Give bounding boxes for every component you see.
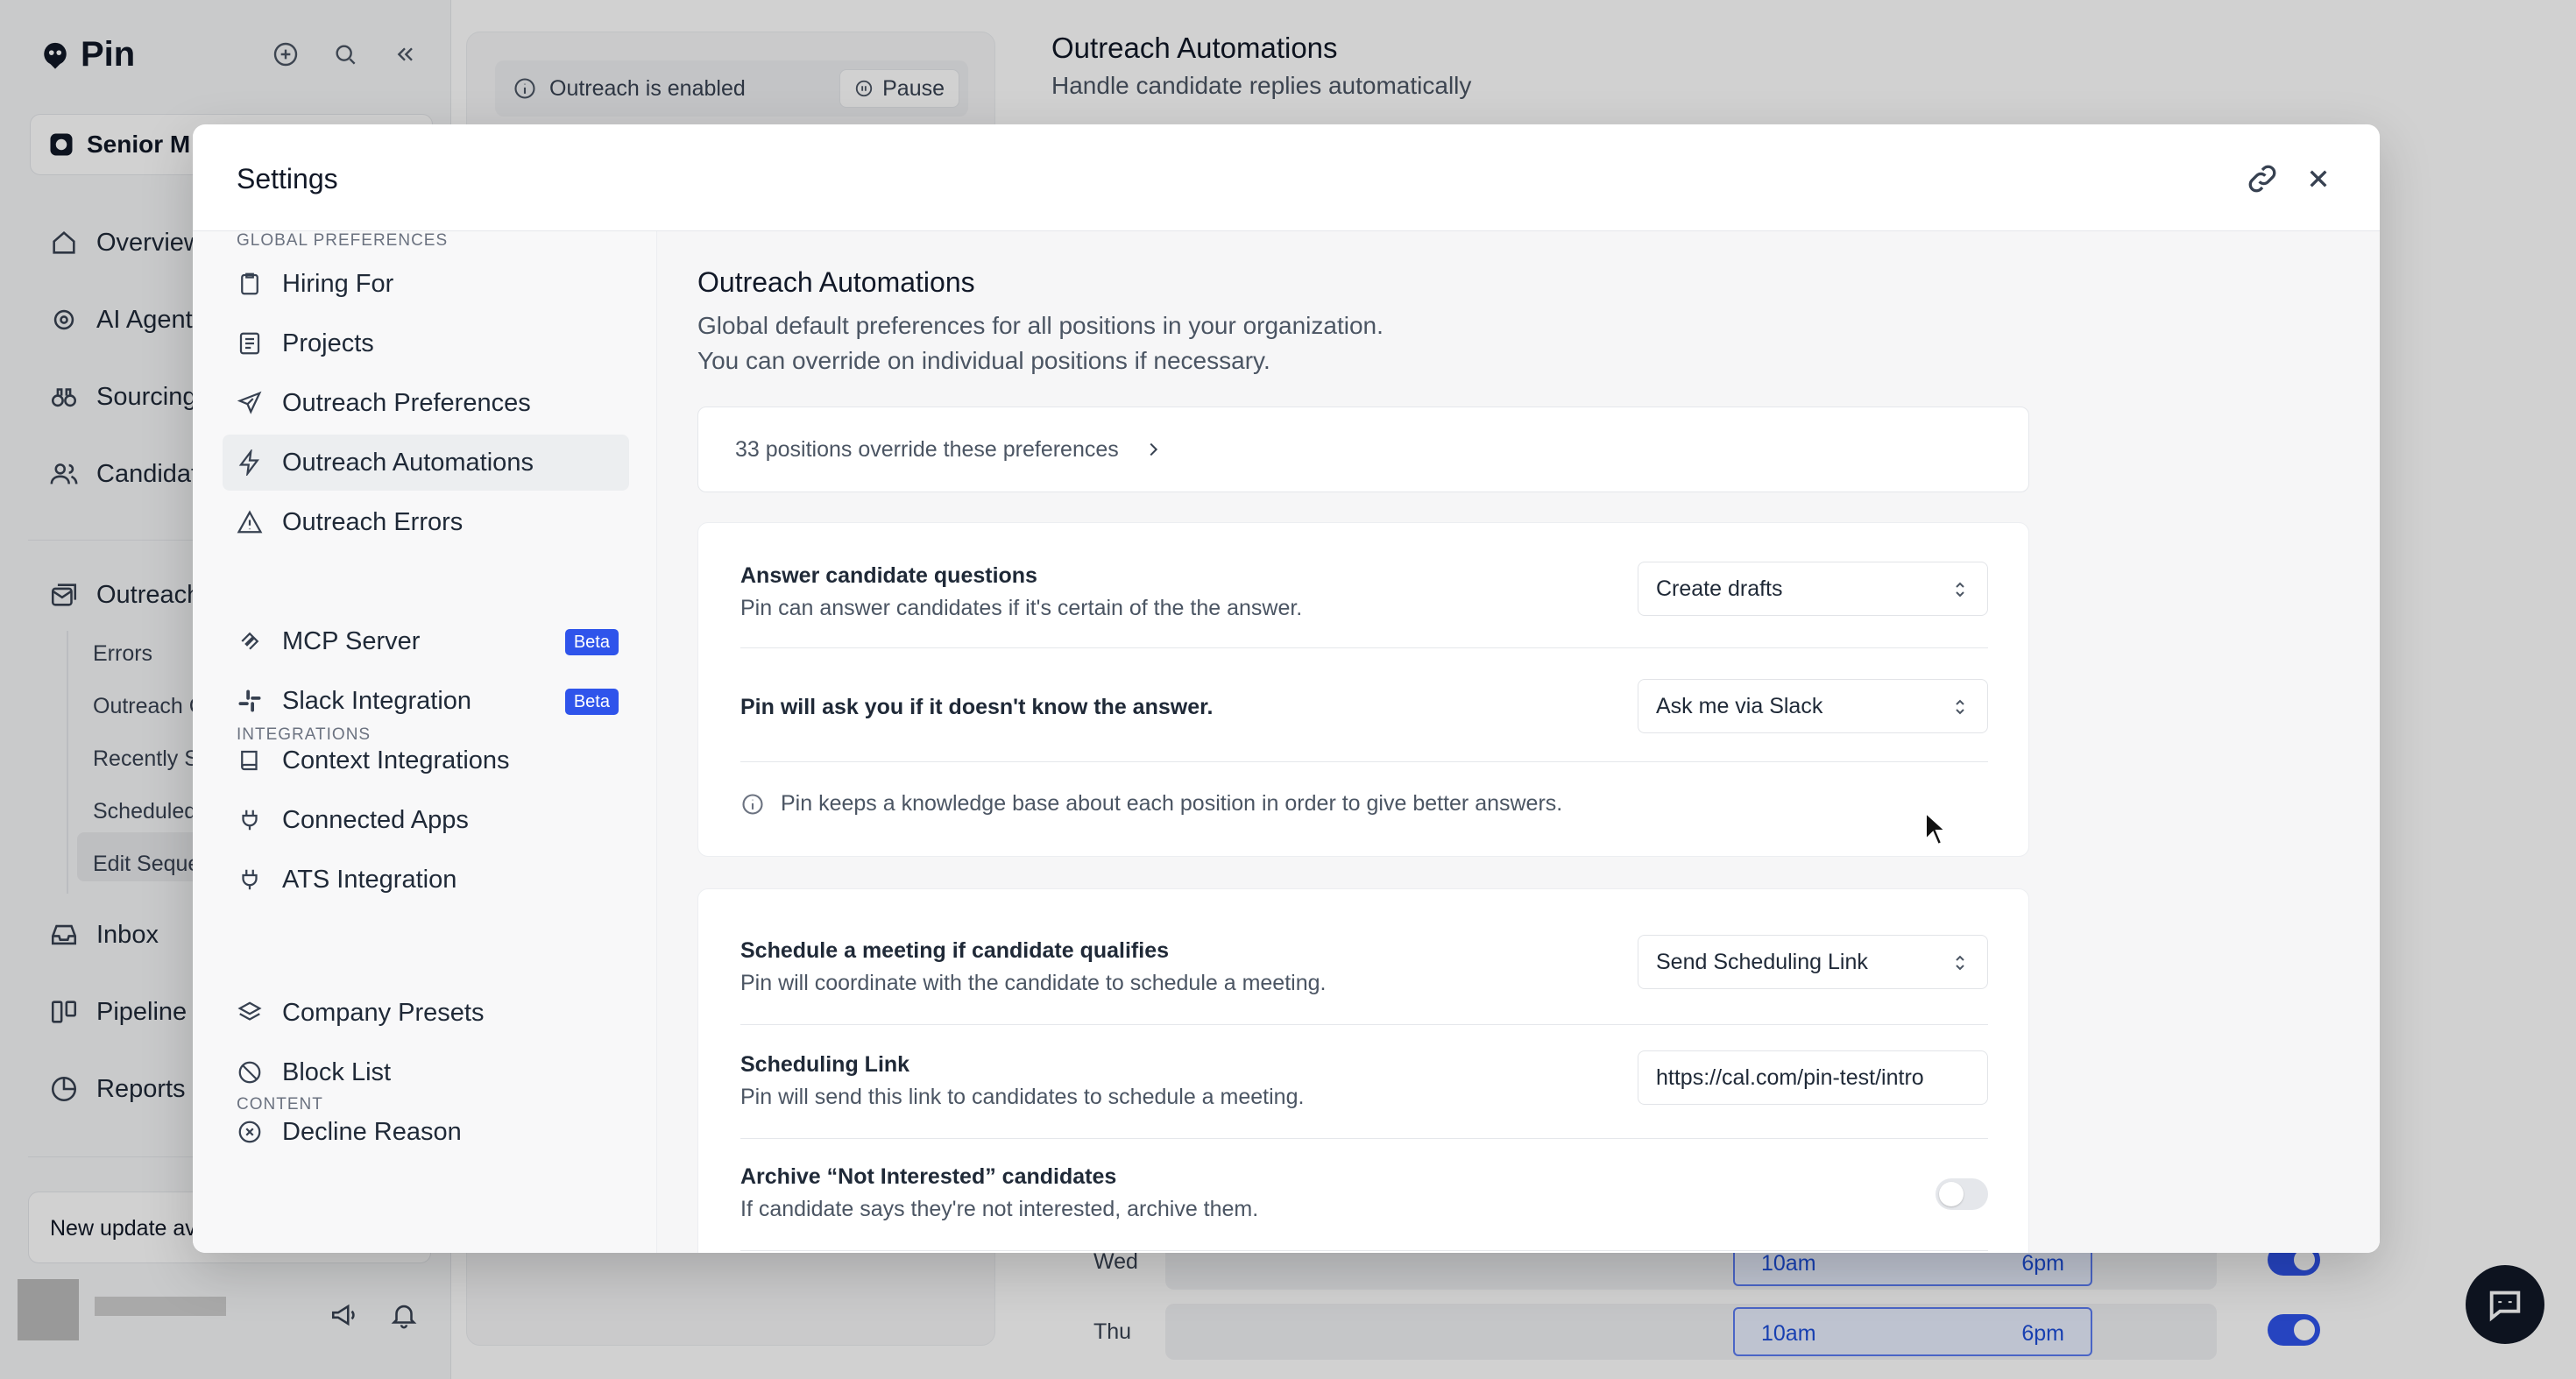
settings-item-block-list[interactable]: Block List: [223, 1044, 629, 1100]
book-icon: [237, 747, 263, 774]
chevron-up-down-icon: [1956, 582, 1964, 598]
lightning-icon: [237, 449, 263, 476]
slack-icon: [237, 688, 263, 714]
settings-item-slack-integration[interactable]: Slack Integration Beta: [223, 673, 629, 729]
beta-badge: Beta: [564, 629, 619, 655]
list-doc-icon: [237, 330, 263, 357]
chevron-right-icon: [1150, 442, 1157, 456]
close-icon[interactable]: [2301, 161, 2336, 196]
mouse-cursor-icon: [1925, 811, 1947, 846]
settings-item-label: Connected Apps: [282, 805, 469, 834]
position-overrides-link[interactable]: 33 positions override these preferences: [697, 407, 2029, 492]
settings-item-projects[interactable]: Projects: [223, 315, 629, 371]
select-value: Create drafts: [1656, 576, 1783, 601]
row-divider: [740, 761, 1988, 762]
override-text: 33 positions override these preferences: [735, 436, 1119, 462]
warning-icon: [237, 509, 263, 535]
scheduling-link-input[interactable]: [1638, 1050, 1988, 1105]
row-description: If candidate says they're not interested…: [740, 1197, 1259, 1221]
settings-item-label: MCP Server: [282, 626, 421, 655]
schedule-meeting-row: Schedule a meeting if candidate qualifie…: [740, 935, 1988, 996]
settings-item-label: Block List: [282, 1057, 392, 1086]
settings-item-context-integrations[interactable]: Context Integrations: [223, 732, 629, 789]
ban-icon: [237, 1059, 263, 1086]
chevron-up-down-icon: [1956, 955, 1964, 971]
send-icon: [237, 390, 263, 416]
description-line: Global default preferences for all posit…: [697, 312, 1384, 339]
description-line: You can override on individual positions…: [697, 347, 1270, 374]
scheduling-link-row: Scheduling Link Pin will send this link …: [740, 1050, 1988, 1110]
answer-questions-card: Answer candidate questions Pin can answe…: [697, 522, 2029, 857]
unknown-answer-select[interactable]: Ask me via Slack: [1638, 679, 1988, 733]
plug-icon: [237, 866, 263, 893]
knowledge-note: Pin keeps a knowledge base about each po…: [740, 791, 1562, 817]
modal-title: Settings: [237, 163, 338, 194]
beta-badge: Beta: [564, 689, 619, 715]
settings-item-label: Slack Integration: [282, 686, 472, 715]
settings-nav: GLOBAL PREFERENCES Hiring For Projects O…: [193, 231, 657, 1253]
settings-item-ats-integration[interactable]: ATS Integration: [223, 852, 629, 908]
settings-item-company-presets[interactable]: Company Presets: [223, 985, 629, 1041]
archive-toggle[interactable]: [1936, 1178, 1988, 1210]
row-divider: [740, 1138, 1988, 1139]
settings-item-mcp-server[interactable]: MCP Server Beta: [223, 613, 629, 669]
settings-item-label: Outreach Errors: [282, 507, 464, 536]
scheduling-card: Schedule a meeting if candidate qualifie…: [697, 888, 2029, 1253]
plug-icon: [237, 807, 263, 833]
settings-item-outreach-automations[interactable]: Outreach Automations: [223, 435, 629, 491]
settings-item-label: ATS Integration: [282, 865, 457, 894]
settings-item-label: Context Integrations: [282, 746, 510, 774]
settings-modal: Settings GLOBAL PREFERENCES Hiring For P…: [193, 124, 2380, 1253]
row-divider: [740, 1024, 1988, 1025]
settings-content: Outreach Automations Global default pref…: [657, 231, 2380, 1253]
modal-header: Settings: [193, 124, 2380, 231]
settings-item-outreach-preferences[interactable]: Outreach Preferences: [223, 375, 629, 431]
settings-item-decline-reason[interactable]: Decline Reason: [223, 1104, 629, 1160]
settings-item-label: Company Presets: [282, 998, 485, 1027]
clipboard-icon: [237, 271, 263, 297]
settings-item-hiring-for[interactable]: Hiring For: [223, 256, 629, 312]
archive-row: Archive “Not Interested” candidates If c…: [740, 1164, 1988, 1222]
mcp-icon: [237, 628, 263, 654]
settings-item-outreach-errors[interactable]: Outreach Errors: [223, 494, 629, 550]
answer-questions-select[interactable]: Create drafts: [1638, 562, 1988, 616]
select-value: Send Scheduling Link: [1656, 949, 1868, 974]
layers-icon: [237, 1000, 263, 1026]
row-divider: [740, 647, 1988, 648]
settings-item-label: Hiring For: [282, 269, 394, 298]
settings-item-label: Projects: [282, 329, 374, 357]
content-title: Outreach Automations: [697, 266, 975, 298]
settings-item-label: Outreach Preferences: [282, 388, 531, 417]
settings-item-label: Outreach Automations: [282, 448, 534, 477]
content-description: Global default preferences for all posit…: [697, 308, 1384, 378]
settings-item-label: Decline Reason: [282, 1117, 462, 1146]
link-icon[interactable]: [2245, 161, 2280, 196]
row-divider: [740, 1250, 1988, 1251]
select-value: Ask me via Slack: [1656, 693, 1823, 718]
unknown-answer-row: Pin will ask you if it doesn't know the …: [740, 679, 1988, 733]
note-text: Pin keeps a knowledge base about each po…: [781, 791, 1563, 816]
answer-questions-row: Answer candidate questions Pin can answe…: [740, 562, 1988, 621]
schedule-meeting-select[interactable]: Send Scheduling Link: [1638, 935, 1988, 989]
x-circle-icon: [237, 1119, 263, 1145]
chevron-up-down-icon: [1956, 699, 1964, 715]
settings-item-connected-apps[interactable]: Connected Apps: [223, 792, 629, 848]
row-title: Archive “Not Interested” candidates: [740, 1164, 1117, 1189]
info-icon: [742, 793, 763, 815]
section-label-global: GLOBAL PREFERENCES: [237, 231, 449, 250]
